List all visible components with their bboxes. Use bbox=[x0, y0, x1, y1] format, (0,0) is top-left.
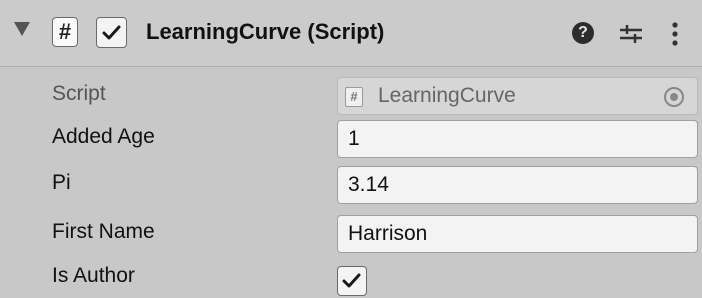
inspector-component-panel: # LearningCurve (Script) ? Script Learni… bbox=[0, 0, 702, 298]
is-author-label: Is Author bbox=[52, 264, 135, 287]
added-age-row: Added Age bbox=[0, 117, 702, 163]
pi-field[interactable] bbox=[337, 166, 698, 204]
foldout-arrow-icon[interactable] bbox=[14, 22, 30, 36]
presets-icon[interactable] bbox=[618, 22, 644, 46]
added-age-label: Added Age bbox=[52, 125, 155, 148]
help-icon[interactable]: ? bbox=[572, 22, 594, 44]
context-menu-icon[interactable] bbox=[668, 20, 682, 48]
pi-row: Pi bbox=[0, 163, 702, 209]
is-author-checkbox[interactable] bbox=[337, 266, 367, 296]
first-name-label: First Name bbox=[52, 220, 155, 243]
script-row: Script LearningCurve # bbox=[0, 74, 702, 120]
script-file-icon: # bbox=[345, 87, 363, 107]
object-picker-icon bbox=[664, 87, 684, 107]
script-hash-icon: # bbox=[52, 17, 78, 47]
component-enabled-checkbox[interactable] bbox=[96, 17, 127, 48]
checkmark-icon bbox=[342, 273, 361, 288]
added-age-field[interactable] bbox=[337, 120, 698, 158]
script-label: Script bbox=[52, 82, 106, 105]
script-object-field: LearningCurve bbox=[337, 77, 698, 115]
component-title: LearningCurve (Script) bbox=[146, 19, 385, 44]
first-name-field[interactable] bbox=[337, 215, 698, 253]
checkmark-icon bbox=[102, 25, 121, 40]
component-header[interactable]: # LearningCurve (Script) ? bbox=[0, 0, 702, 67]
is-author-row: Is Author bbox=[0, 252, 702, 298]
pi-label: Pi bbox=[52, 171, 71, 194]
